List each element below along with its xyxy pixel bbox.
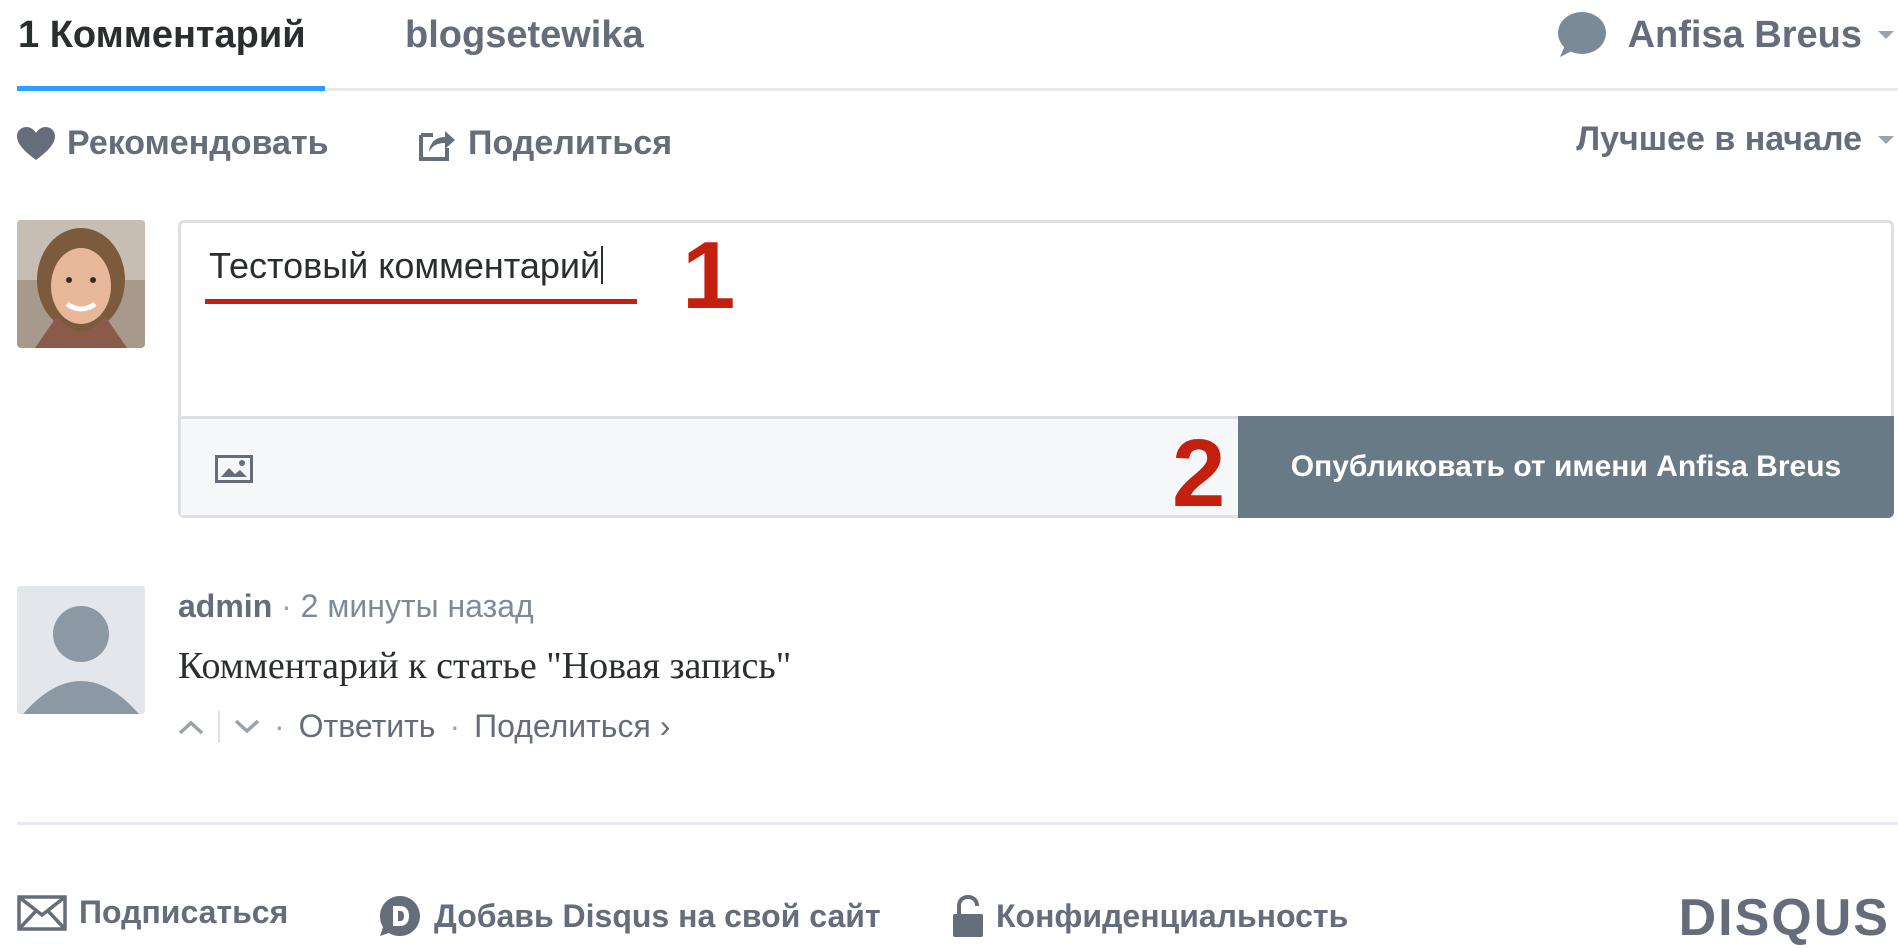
disqus-logo[interactable]: DISQUS — [1679, 888, 1890, 948]
sort-label: Лучшее в начале — [1576, 120, 1862, 158]
active-tab-indicator — [17, 86, 325, 91]
downvote-icon — [234, 719, 260, 733]
comment-composer[interactable]: Тестовый комментарий Опубликовать от име… — [178, 220, 1894, 518]
add-disqus-label: Добавь Disqus на свой сайт — [434, 897, 881, 934]
share-label: Поделиться — [468, 124, 673, 162]
envelope-icon — [17, 894, 67, 931]
subscribe-label: Подписаться — [79, 894, 289, 930]
privacy-label: Конфиденциальность — [996, 897, 1349, 934]
actions-separator: · — [449, 708, 461, 744]
current-user-avatar — [17, 220, 145, 348]
chevron-down-icon — [1878, 135, 1894, 144]
recommend-button[interactable]: Рекомендовать — [17, 124, 329, 163]
annotation-step-2: 2 — [1172, 420, 1226, 527]
add-disqus-link[interactable]: Добавь Disqus на свой сайт — [378, 894, 881, 938]
share-button[interactable]: Поделиться — [418, 124, 672, 163]
comment-timestamp[interactable]: 2 минуты назад — [301, 588, 534, 624]
footer-divider — [17, 822, 1898, 825]
subscribe-link[interactable]: Подписаться — [17, 894, 288, 931]
comment-share-link[interactable]: Поделиться › — [474, 708, 670, 745]
comment-author-avatar[interactable] — [17, 586, 145, 714]
publish-button[interactable]: Опубликовать от имени Anfisa Breus — [1238, 416, 1894, 518]
composer-toolbar: Опубликовать от имени Anfisa Breus — [181, 416, 1894, 518]
comment-input[interactable]: Тестовый комментарий — [209, 245, 604, 287]
comment-meta: admin · 2 минуты назад — [178, 588, 534, 625]
comment-author[interactable]: admin — [178, 588, 272, 624]
recommend-label: Рекомендовать — [67, 124, 329, 162]
comment-body: Комментарий к статье "Новая запись" — [178, 645, 792, 687]
user-name: Anfisa Breus — [1627, 13, 1862, 56]
disqus-d-icon — [380, 896, 420, 936]
lock-icon — [953, 894, 983, 937]
comment-actions: · Ответить · Поделиться › — [178, 708, 670, 745]
chevron-down-icon — [1878, 31, 1894, 39]
comment-input-text: Тестовый комментарий — [209, 245, 601, 286]
text-cursor — [601, 246, 604, 284]
chat-bubble-icon — [1557, 12, 1606, 57]
vote-divider — [218, 710, 220, 743]
image-icon[interactable] — [215, 455, 253, 483]
actions-separator: · — [274, 708, 285, 744]
downvote-button[interactable] — [234, 719, 260, 735]
annotation-step-1: 1 — [682, 222, 736, 329]
annotation-underline — [205, 299, 637, 304]
meta-separator: · — [281, 588, 292, 624]
upvote-button[interactable] — [178, 719, 204, 735]
reply-link[interactable]: Ответить — [299, 708, 436, 745]
privacy-link[interactable]: Конфиденциальность — [952, 894, 1348, 938]
share-icon — [419, 130, 455, 161]
sort-dropdown[interactable]: Лучшее в начале — [1576, 120, 1898, 159]
tab-forum[interactable]: blogsetewika — [405, 14, 644, 57]
user-menu[interactable]: Anfisa Breus — [1554, 10, 1898, 60]
upvote-icon — [178, 720, 204, 734]
tab-comments[interactable]: 1 Комментарий — [18, 14, 306, 57]
heart-icon — [17, 126, 55, 160]
